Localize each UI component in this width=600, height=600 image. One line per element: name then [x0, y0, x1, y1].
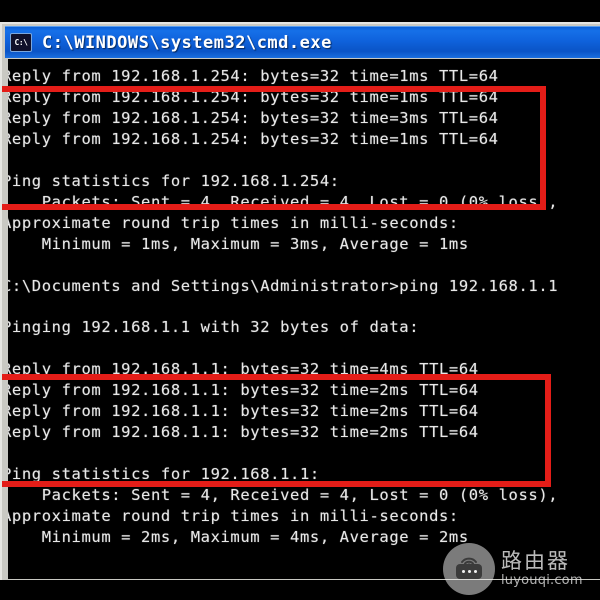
- console-line: Ping statistics for 192.168.1.254:: [8, 171, 340, 190]
- console-line: Reply from 192.168.1.254: bytes=32 time=…: [8, 129, 499, 148]
- console-line: Reply from 192.168.1.1: bytes=32 time=2m…: [8, 423, 479, 442]
- console-line: Packets: Sent = 4, Received = 4, Lost = …: [8, 192, 559, 211]
- console-line: Packets: Sent = 4, Received = 4, Lost = …: [8, 486, 559, 504]
- console-line: Reply from 192.168.1.254: bytes=32 time=…: [8, 67, 499, 85]
- console-line: Pinging 192.168.1.1 with 32 bytes of dat…: [8, 318, 420, 337]
- console-line: Ping statistics for 192.168.1.1:: [8, 465, 320, 484]
- console-line: Minimum = 1ms, Maximum = 3ms, Average = …: [8, 234, 469, 253]
- console-line: Approximate round trip times in milli-se…: [8, 213, 459, 232]
- console-line: Reply from 192.168.1.254: bytes=32 time=…: [8, 108, 499, 127]
- cmd-window: C:\ C:\WINDOWS\system32\cmd.exe Reply fr…: [0, 22, 600, 580]
- console-line: Reply from 192.168.1.1: bytes=32 time=4m…: [8, 360, 479, 379]
- console-output-area[interactable]: Reply from 192.168.1.254: bytes=32 time=…: [8, 59, 600, 579]
- screenshot-root: C:\ C:\WINDOWS\system32\cmd.exe Reply fr…: [0, 0, 600, 600]
- cmd-icon[interactable]: C:\: [10, 33, 32, 52]
- window-title: C:\WINDOWS\system32\cmd.exe: [42, 32, 332, 53]
- console-line: Reply from 192.168.1.1: bytes=32 time=2m…: [8, 381, 479, 400]
- console-line: C:\Documents and Settings\Administrator>…: [8, 276, 559, 295]
- console-line: Minimum = 2ms, Maximum = 4ms, Average = …: [8, 527, 469, 546]
- console-line: Approximate round trip times in milli-se…: [8, 506, 459, 525]
- console-line: Reply from 192.168.1.254: bytes=32 time=…: [8, 87, 499, 106]
- console-line: Reply from 192.168.1.1: bytes=32 time=2m…: [8, 402, 479, 421]
- window-titlebar[interactable]: C:\ C:\WINDOWS\system32\cmd.exe: [5, 26, 600, 58]
